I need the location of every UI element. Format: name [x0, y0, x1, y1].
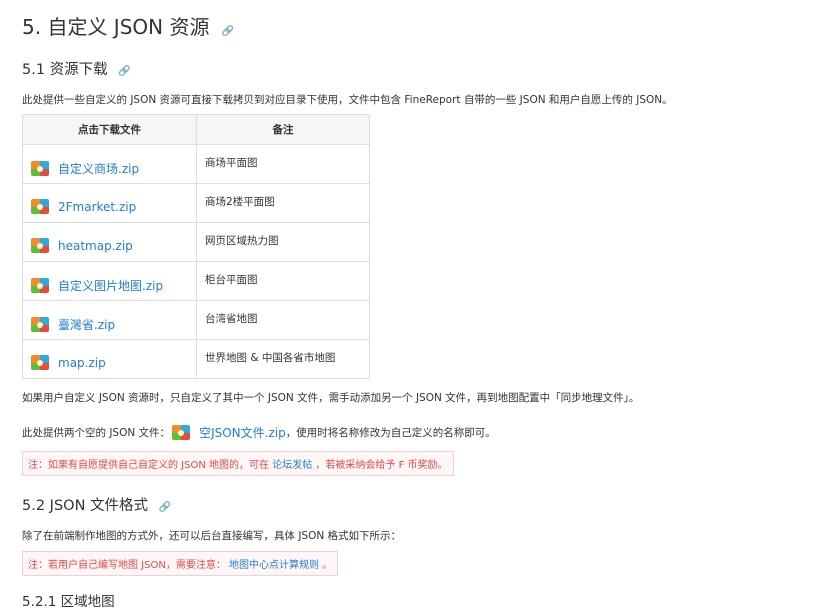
table-row: heatmap.zip 网页区域热力图: [22, 222, 370, 262]
note-cell: 网页区域热力图: [196, 222, 370, 262]
subsection-title-region-map: 5.2.1 区域地图: [22, 594, 115, 610]
download-link[interactable]: 臺灣省.zip: [58, 316, 115, 333]
file-cell: 臺灣省.zip: [22, 300, 197, 340]
zip-file-icon: [31, 317, 49, 332]
file-cell: 2Fmarket.zip: [22, 183, 197, 223]
note-cell: 商场2楼平面图: [196, 183, 370, 223]
table-row: 臺灣省.zip 台湾省地图: [22, 300, 370, 340]
note-cell: 商场平面图: [196, 144, 370, 184]
center-point-rule-link[interactable]: 地图中心点计算规则: [229, 560, 319, 571]
note-text: 世界地图 & 中国各省市地图: [205, 352, 336, 364]
section-title: 5. 自定义 JSON 资源 🔗: [22, 11, 234, 40]
subsection-title-text: 5.1 资源下载: [22, 62, 108, 78]
note-cell: 柜台平面图: [196, 261, 370, 301]
download-link[interactable]: 自定义商场.zip: [58, 160, 139, 177]
link-icon[interactable]: 🔗: [222, 26, 234, 37]
zip-file-icon: [31, 278, 49, 293]
file-cell: 自定义图片地图.zip: [22, 261, 197, 301]
download-link[interactable]: map.zip: [58, 356, 106, 370]
note-text: 台湾省地图: [205, 313, 258, 325]
download-intro: 此处提供一些自定义的 JSON 资源可直接下载拷贝到对应目录下使用，文件中包含 …: [22, 94, 673, 106]
zip-file-icon: [31, 238, 49, 253]
table-row: map.zip 世界地图 & 中国各省市地图: [22, 339, 370, 379]
empty-json-prefix: 此处提供两个空的 JSON 文件：: [22, 427, 171, 439]
table-row: 自定义商场.zip 商场平面图: [22, 144, 370, 184]
note-text: 网页区域热力图: [205, 235, 279, 247]
note-cell: 世界地图 & 中国各省市地图: [196, 339, 370, 379]
notice-prefix: 注：如果有自愿提供自己自定义的 JSON 地图的，可在: [28, 460, 270, 471]
table-header: 点击下载文件: [22, 114, 197, 145]
file-cell: map.zip: [22, 339, 197, 379]
subsection-title-download: 5.1 资源下载 🔗: [22, 58, 131, 79]
forum-post-link[interactable]: 论坛发帖: [272, 460, 312, 471]
zip-file-icon: [31, 161, 49, 176]
table-row: 自定义图片地图.zip 柜台平面图: [22, 261, 370, 301]
table-header: 备注: [196, 114, 370, 145]
subsection-title-text: 5.2 JSON 文件格式: [22, 498, 149, 514]
empty-json-suffix: ，使用时将名称修改为自己定义的名称即可。: [285, 427, 496, 439]
note-text: 商场2楼平面图: [205, 196, 275, 208]
empty-json-paragraph: 此处提供两个空的 JSON 文件： 空JSON文件.zip ，使用时将名称修改为…: [22, 424, 496, 441]
notice-suffix: 。: [322, 560, 333, 571]
download-table: 点击下载文件 备注 自定义商场.zip 商场平面图 2Fmarket.zip 商场2楼…: [22, 114, 370, 379]
empty-json-link[interactable]: 空JSON文件.zip: [199, 424, 286, 441]
table-header-row: 点击下载文件 备注: [22, 114, 370, 145]
notice-suffix: ，若被采纳会给予 F 币奖励。: [315, 460, 448, 471]
note-text: 柜台平面图: [205, 274, 258, 286]
link-icon[interactable]: 🔗: [159, 502, 171, 513]
custom-json-note: 如果用户自定义 JSON 资源时，只自定义了其中一个 JSON 文件，需手动添加…: [22, 392, 640, 404]
format-intro: 除了在前端制作地图的方式外，还可以后台直接编写，具体 JSON 格式如下所示：: [22, 530, 402, 542]
zip-file-icon: [31, 199, 49, 214]
file-cell: 自定义商场.zip: [22, 144, 197, 184]
notice-prefix: 注：若用户自己编写地图 JSON，需要注意：: [28, 560, 226, 571]
download-link[interactable]: 自定义图片地图.zip: [58, 277, 163, 294]
subsection-title-format: 5.2 JSON 文件格式 🔗: [22, 494, 171, 515]
note-text: 商场平面图: [205, 157, 258, 169]
note-cell: 台湾省地图: [196, 300, 370, 340]
zip-file-icon: [172, 425, 191, 440]
forum-notice: 注：如果有自愿提供自己自定义的 JSON 地图的，可在 论坛发帖 ，若被采纳会给…: [22, 451, 454, 476]
download-link[interactable]: heatmap.zip: [58, 239, 133, 253]
link-icon[interactable]: 🔗: [118, 66, 130, 77]
section-title-text: 5. 自定义 JSON 资源: [22, 15, 210, 39]
center-point-notice: 注：若用户自己编写地图 JSON，需要注意： 地图中心点计算规则 。: [22, 551, 339, 576]
download-link[interactable]: 2Fmarket.zip: [58, 200, 136, 214]
file-cell: heatmap.zip: [22, 222, 197, 262]
table-row: 2Fmarket.zip 商场2楼平面图: [22, 183, 370, 223]
zip-file-icon: [31, 355, 49, 370]
